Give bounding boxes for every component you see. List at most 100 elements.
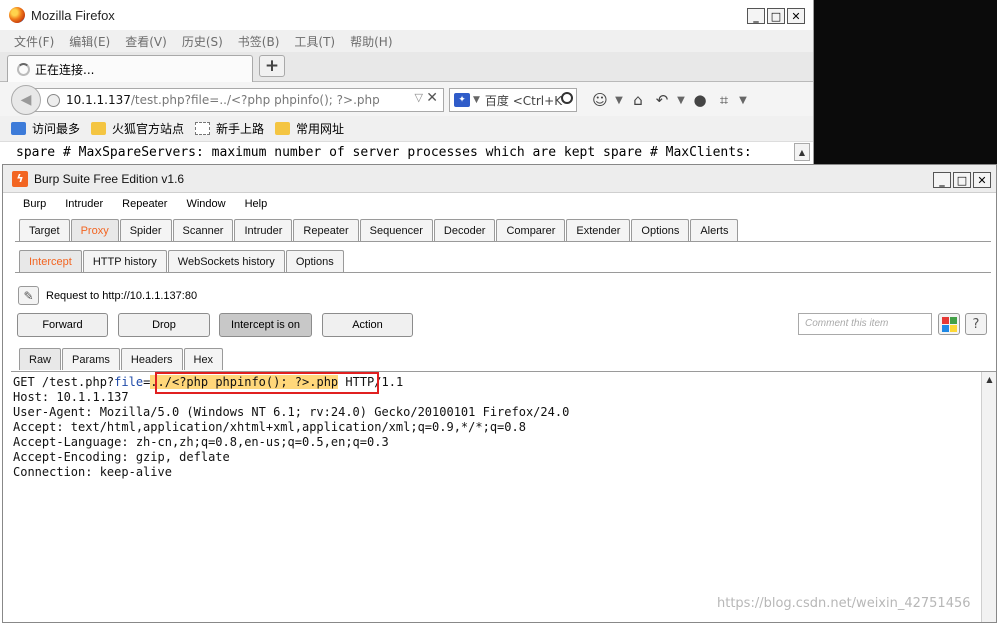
header-line: Accept: text/html,application/xhtml+xml,…	[13, 420, 526, 434]
menu-tools[interactable]: 工具(T)	[294, 33, 335, 50]
menu-help[interactable]: Help	[245, 198, 268, 210]
browser-tab[interactable]: 正在连接...	[7, 55, 253, 82]
message-view-tabs: Raw Params Headers Hex	[19, 348, 224, 370]
tab-websockets-history[interactable]: WebSockets history	[167, 250, 285, 272]
page-text: spare # MaxSpareServers: maximum number …	[16, 145, 752, 160]
edit-icon[interactable]: ✎	[18, 286, 39, 305]
firefox-window-controls: _ □ ✕	[747, 8, 805, 24]
search-icon[interactable]	[561, 92, 573, 104]
tab-alerts[interactable]: Alerts	[690, 219, 739, 241]
burp-menubar: Burp Intruder Repeater Window Help	[3, 193, 996, 215]
search-placeholder: 百度 <Ctrl+K>	[484, 93, 563, 108]
header-line: Accept-Language: zh-cn,zh;q=0.8,en-us;q=…	[13, 435, 389, 449]
main-tabs: Target Proxy Spider Scanner Intruder Rep…	[19, 219, 739, 241]
menu-view[interactable]: 查看(V)	[125, 33, 167, 50]
tab-intercept[interactable]: Intercept	[19, 250, 82, 272]
tab-proxy[interactable]: Proxy	[70, 219, 119, 241]
tab-raw[interactable]: Raw	[19, 348, 62, 370]
tab-intruder[interactable]: Intruder	[234, 219, 293, 241]
scroll-up-icon[interactable]: ▲	[794, 143, 810, 161]
dropdown-icon[interactable]: ▼	[612, 89, 626, 111]
menu-file[interactable]: 文件(F)	[14, 33, 54, 50]
arrow-left-icon: ◀	[20, 92, 32, 108]
minimize-icon[interactable]: _	[933, 172, 951, 188]
tab-proxy-options[interactable]: Options	[285, 250, 344, 272]
home-icon[interactable]: ⌂	[626, 89, 650, 111]
tab-sequencer[interactable]: Sequencer	[359, 219, 433, 241]
tab-decoder[interactable]: Decoder	[433, 219, 496, 241]
close-icon[interactable]: ✕	[973, 172, 991, 188]
menu-bookmarks[interactable]: 书签(B)	[238, 33, 280, 50]
request-target: Request to http://10.1.1.137:80	[46, 289, 198, 302]
tab-target[interactable]: Target	[19, 219, 70, 241]
drop-button[interactable]: Drop	[118, 313, 210, 337]
smiley-icon[interactable]: ☺	[588, 89, 612, 111]
help-button[interactable]: ?	[965, 313, 987, 335]
tab-comparer[interactable]: Comparer	[496, 219, 566, 241]
maximize-icon[interactable]: □	[953, 172, 971, 188]
firefox-tabstrip: 正在连接... +	[0, 52, 813, 82]
baidu-icon: ✦	[454, 93, 470, 107]
tab-scanner[interactable]: Scanner	[172, 219, 234, 241]
minimize-icon[interactable]: _	[747, 8, 765, 24]
tab-headers[interactable]: Headers	[120, 348, 183, 370]
bookmark-label: 新手上路	[216, 122, 265, 136]
tab-http-history[interactable]: HTTP history	[82, 250, 167, 272]
param-name: file	[114, 375, 144, 389]
tab-spider[interactable]: Spider	[119, 219, 172, 241]
search-input[interactable]: ✦ ▼ 百度 <Ctrl+K>	[449, 88, 577, 112]
firefox-logo-icon	[9, 7, 25, 23]
firefox-window: Mozilla Firefox _ □ ✕ 文件(F) 编辑(E) 查看(V) …	[0, 0, 814, 164]
crop-icon[interactable]: ⌗	[712, 89, 736, 111]
tab-hex[interactable]: Hex	[183, 348, 224, 370]
menu-help[interactable]: 帮助(H)	[350, 33, 392, 50]
back-button[interactable]: ◀	[11, 85, 41, 115]
url-dropdown-icon[interactable]: ▽	[415, 91, 423, 104]
url-path: /test.php?file=../<?php phpinfo(); ?>.ph…	[130, 93, 380, 107]
chat-icon[interactable]: ●	[688, 89, 712, 111]
header-line: User-Agent: Mozilla/5.0 (Windows NT 6.1;…	[13, 405, 570, 419]
forward-button[interactable]: Forward	[17, 313, 108, 337]
menu-intruder[interactable]: Intruder	[65, 198, 103, 210]
request-target-row: ✎ Request to http://10.1.1.137:80	[18, 286, 197, 305]
firefox-menubar: 文件(F) 编辑(E) 查看(V) 历史(S) 书签(B) 工具(T) 帮助(H…	[0, 30, 813, 52]
globe-icon	[47, 93, 60, 107]
bookmark-most-visited[interactable]: 访问最多	[11, 120, 80, 137]
action-button[interactable]: Action	[322, 313, 413, 337]
intercept-toggle-button[interactable]: Intercept is on	[219, 313, 312, 337]
bookmark-label: 火狐官方站点	[112, 122, 185, 136]
menu-edit[interactable]: 编辑(E)	[69, 33, 110, 50]
maximize-icon[interactable]: □	[767, 8, 785, 24]
scroll-up-icon[interactable]: ▲	[982, 372, 996, 386]
bookmark-label: 常用网址	[296, 122, 345, 136]
stop-icon[interactable]: ✕	[426, 90, 438, 106]
burp-title: Burp Suite Free Edition v1.6	[34, 171, 185, 186]
menu-dropdown-icon[interactable]: ▼	[736, 89, 750, 111]
tab-options[interactable]: Options	[631, 219, 690, 241]
undo-icon[interactable]: ↶	[650, 89, 674, 111]
undo-dropdown-icon[interactable]: ▼	[674, 89, 688, 111]
comment-field[interactable]: Comment this item	[798, 313, 932, 335]
toolbar-icons: ☺ ▼ ⌂ ↶ ▼ ● ⌗ ▼	[588, 89, 750, 111]
bookmark-firefox-site[interactable]: 火狐官方站点	[91, 120, 184, 137]
close-icon[interactable]: ✕	[787, 8, 805, 24]
menu-repeater[interactable]: Repeater	[122, 198, 167, 210]
tab-params[interactable]: Params	[62, 348, 120, 370]
divider	[15, 241, 991, 242]
highlight-color-icon[interactable]	[938, 313, 960, 335]
menu-history[interactable]: 历史(S)	[182, 33, 223, 50]
menu-burp[interactable]: Burp	[23, 198, 46, 210]
tab-repeater[interactable]: Repeater	[293, 219, 359, 241]
request-editor[interactable]: GET /test.php?file=../<?php phpinfo(); ?…	[11, 371, 996, 622]
divider	[15, 272, 991, 273]
burp-logo-icon: ϟ	[12, 170, 28, 187]
editor-scrollbar[interactable]: ▲	[981, 372, 996, 622]
new-tab-button[interactable]: +	[259, 55, 285, 77]
menu-window[interactable]: Window	[186, 198, 225, 210]
bookmark-common-sites[interactable]: 常用网址	[275, 120, 344, 137]
search-engine-dropdown-icon[interactable]: ▼	[473, 95, 480, 105]
bookmark-getting-started[interactable]: 新手上路	[195, 120, 264, 137]
url-bar[interactable]: 10.1.1.137/test.php?file=../<?php phpinf…	[34, 88, 444, 112]
tab-extender[interactable]: Extender	[566, 219, 631, 241]
burp-titlebar: ϟ Burp Suite Free Edition v1.6 _ □ ✕	[3, 165, 996, 193]
